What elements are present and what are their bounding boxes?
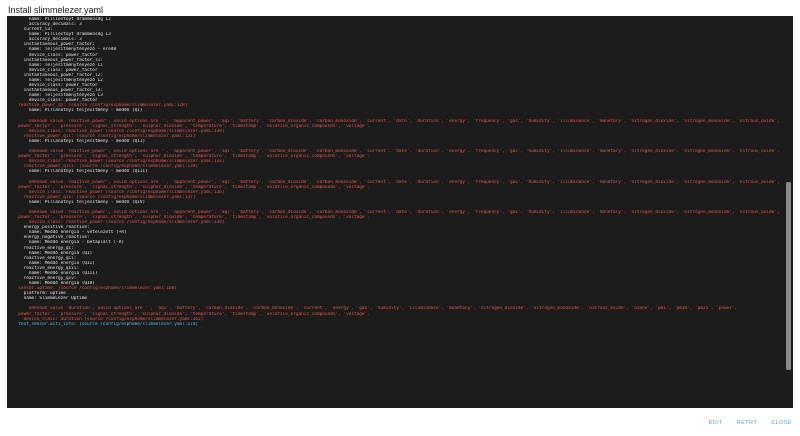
log-line: text_sensor.wifi_info: [source /config/e… [13, 321, 199, 327]
log-output: name: Pilliestöyt drammeösdg L2 accuracy… [13, 17, 779, 327]
log-scrollbar[interactable] [786, 17, 792, 407]
install-log-console[interactable]: name: Pilliestöyt drammeösdg L2 accuracy… [7, 16, 793, 408]
dialog-actions: EDIT RETRY CLOSE [709, 420, 792, 426]
log-line: Unknown value 'reactive_power', valid op… [28, 179, 779, 185]
close-button[interactable]: CLOSE [771, 420, 792, 426]
retry-button[interactable]: RETRY [737, 420, 758, 426]
log-line: Unknown value 'duration', valid options … [13, 306, 738, 312]
edit-button[interactable]: EDIT [709, 420, 723, 426]
log-line: Unknown value 'reactive_power', valid op… [28, 118, 779, 124]
log-scrollbar-thumb[interactable] [786, 182, 791, 370]
dialog-title: Install slimmelezer.yaml [8, 5, 104, 15]
